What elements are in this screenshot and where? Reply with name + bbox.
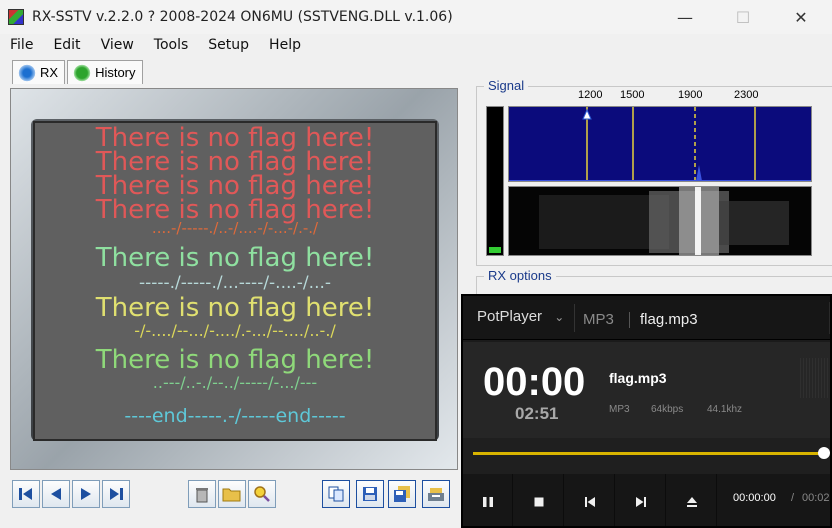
freq-label-2300: 2300 bbox=[734, 89, 759, 101]
floppy-icon bbox=[363, 487, 377, 501]
potplayer-brand: PotPlayer bbox=[477, 308, 543, 325]
pause-icon bbox=[482, 497, 493, 507]
spectrum-peak bbox=[696, 165, 702, 181]
tab-strip: RX History bbox=[12, 60, 145, 84]
image-text-line: There is no flag here! bbox=[95, 345, 375, 375]
stop-icon bbox=[534, 497, 543, 507]
image-text-line: There is no flag here! bbox=[95, 293, 375, 323]
history-icon bbox=[72, 63, 93, 82]
tuning-marker-icon[interactable] bbox=[582, 108, 592, 120]
image-text-line: -/-..../--.../-..../.-.../--..../..-./ bbox=[134, 321, 336, 340]
seek-bar-area bbox=[463, 438, 830, 474]
skip-first-icon bbox=[19, 488, 32, 500]
eject-button[interactable] bbox=[667, 474, 717, 526]
tab-history-label: History bbox=[95, 65, 136, 80]
next-icon bbox=[81, 488, 91, 500]
antenna-icon bbox=[17, 63, 37, 82]
received-image: There is no flag here! There is no flag h… bbox=[33, 121, 437, 441]
track-codec: MP3 bbox=[609, 404, 630, 415]
seek-bar[interactable] bbox=[473, 452, 823, 455]
signal-level-bar bbox=[489, 247, 501, 253]
tab-history[interactable]: History bbox=[67, 60, 143, 84]
copy-icon bbox=[328, 486, 344, 502]
next-button[interactable] bbox=[72, 480, 100, 508]
stop-button[interactable] bbox=[514, 474, 564, 526]
previous-icon bbox=[584, 497, 595, 507]
frequency-spectrum bbox=[508, 106, 812, 182]
floppy-stack-icon bbox=[394, 486, 410, 502]
received-image-panel: There is no flag here! There is no flag h… bbox=[10, 88, 458, 470]
header-divider bbox=[574, 304, 575, 332]
menu-tools[interactable]: Tools bbox=[144, 37, 199, 53]
pause-button[interactable] bbox=[463, 474, 513, 526]
close-button[interactable]: ✕ bbox=[772, 0, 830, 34]
tab-rx[interactable]: RX bbox=[12, 60, 66, 84]
waterfall-graphic bbox=[539, 187, 789, 255]
next-icon bbox=[635, 497, 646, 507]
chevron-down-icon: ⌄ bbox=[554, 310, 565, 324]
menu-setup[interactable]: Setup bbox=[198, 37, 259, 53]
prev-icon bbox=[51, 488, 61, 500]
copy-button[interactable] bbox=[322, 480, 350, 508]
prev-button[interactable] bbox=[42, 480, 70, 508]
image-text-line: ..---/..-./--../-----/-.../--- bbox=[152, 373, 318, 392]
previous-track-button[interactable] bbox=[565, 474, 615, 526]
image-text-line: -----./-----./...----/-....-/...- bbox=[138, 273, 332, 293]
tools-icon bbox=[428, 488, 444, 501]
track-samplerate: 44.1khz bbox=[707, 404, 743, 415]
file-name: flag.mp3 bbox=[640, 311, 698, 328]
track-name: flag.mp3 bbox=[609, 370, 667, 386]
menu-edit[interactable]: Edit bbox=[43, 37, 90, 53]
menu-help[interactable]: Help bbox=[259, 37, 311, 53]
potplayer-menu-button[interactable]: PotPlayer ⌄ bbox=[477, 308, 564, 325]
tab-rx-label: RX bbox=[40, 65, 59, 80]
app-icon bbox=[8, 9, 24, 25]
potplayer-window: PotPlayer ⌄ MP3 flag.mp3 00:00 02:51 fla… bbox=[461, 294, 832, 528]
save-as-button[interactable] bbox=[388, 480, 416, 508]
minimize-button[interactable]: — bbox=[656, 0, 714, 34]
rx-options-legend: RX options bbox=[484, 268, 556, 283]
freq-label-1500: 1500 bbox=[620, 89, 645, 101]
menu-bar: File Edit View Tools Setup Help bbox=[0, 34, 832, 56]
waterfall-display bbox=[508, 186, 812, 256]
last-button[interactable] bbox=[102, 480, 130, 508]
time-separator: / bbox=[791, 492, 795, 504]
file-format: MP3 bbox=[583, 311, 614, 328]
freq-label-1900: 1900 bbox=[678, 89, 703, 101]
trash-button[interactable] bbox=[188, 480, 216, 508]
visualizer bbox=[800, 358, 830, 398]
open-folder-button[interactable] bbox=[218, 480, 246, 508]
track-bitrate: 64kbps bbox=[651, 404, 684, 415]
current-time-large: 00:00 bbox=[483, 360, 586, 404]
image-text-line: ----end-----.-/-----end----- bbox=[124, 405, 346, 427]
magnifier-icon bbox=[254, 486, 270, 502]
skip-last-icon bbox=[110, 488, 123, 500]
trash-icon bbox=[196, 488, 208, 503]
folder-icon bbox=[222, 488, 241, 502]
seek-handle[interactable] bbox=[818, 447, 830, 459]
zoom-button[interactable] bbox=[248, 480, 276, 508]
image-text-line: There is no flag here! bbox=[95, 243, 375, 273]
signal-legend: Signal bbox=[484, 78, 529, 93]
total-time: 00:02 bbox=[802, 492, 830, 504]
header-divider bbox=[629, 312, 630, 328]
settings-button[interactable] bbox=[422, 480, 450, 508]
duration-display: 02:51 bbox=[515, 404, 559, 423]
title-bar: RX-SSTV v.2.2.0 ? 2008-2024 ON6MU (SSTVE… bbox=[0, 0, 832, 34]
next-track-button[interactable] bbox=[616, 474, 666, 526]
save-button[interactable] bbox=[356, 480, 384, 508]
freq-label-1200: 1200 bbox=[578, 89, 603, 101]
elapsed-time: 00:00:00 bbox=[733, 492, 776, 504]
image-text-line: ....-/-----./..-/....-/-...-/.-./ bbox=[151, 219, 319, 237]
first-button[interactable] bbox=[12, 480, 40, 508]
menu-file[interactable]: File bbox=[0, 37, 43, 53]
window-title: RX-SSTV v.2.2.0 ? 2008-2024 ON6MU (SSTVE… bbox=[32, 9, 453, 25]
eject-icon bbox=[686, 497, 697, 507]
signal-level-meter bbox=[486, 106, 504, 256]
maximize-button[interactable]: ☐ bbox=[714, 0, 772, 34]
menu-view[interactable]: View bbox=[91, 37, 144, 53]
